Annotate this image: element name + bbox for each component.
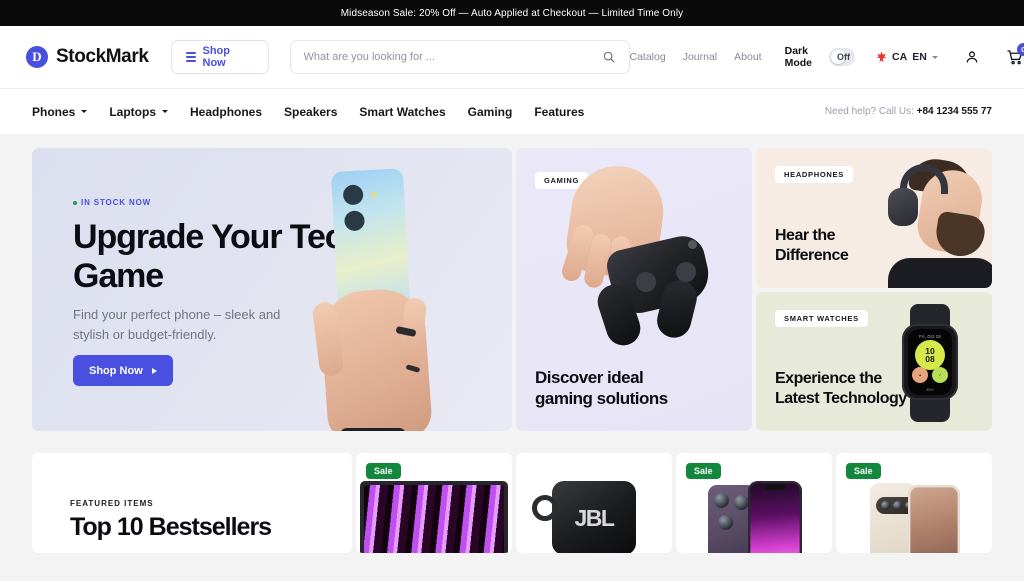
- watch-widget-activity: ✓: [932, 367, 948, 383]
- category-label: Features: [534, 104, 585, 119]
- hero-shop-now-button[interactable]: Shop Now: [73, 355, 173, 386]
- bestsellers-eyebrow: FEATURED ITEMS: [70, 499, 154, 508]
- search-icon[interactable]: [602, 50, 616, 64]
- status-dot-icon: [73, 200, 77, 205]
- locale-selector[interactable]: CA EN: [876, 51, 938, 63]
- logo-text: StockMark: [56, 46, 149, 67]
- header-shop-now-button[interactable]: Shop Now: [170, 40, 269, 74]
- jbl-speaker-image: JBL: [516, 481, 672, 553]
- watch-minute: 08: [925, 354, 935, 364]
- hero-title: Upgrade Your Tech Game: [73, 218, 363, 295]
- help-contact: Need help? Call Us: +84 1234 555 77: [825, 106, 992, 117]
- sale-badge: Sale: [846, 463, 881, 479]
- product-card-pixel[interactable]: Sale: [836, 453, 992, 553]
- category-headphones[interactable]: Headphones: [190, 105, 262, 119]
- language-code: EN: [912, 51, 927, 63]
- nav-link-catalog[interactable]: Catalog: [630, 51, 666, 63]
- announcement-text: Midseason Sale: 20% Off — Auto Applied a…: [340, 7, 684, 19]
- headphones-card-title: Hear the Difference: [775, 227, 849, 264]
- category-nav: Phones Laptops Headphones Speakers Smart…: [0, 88, 1024, 134]
- category-label: Speakers: [284, 104, 338, 119]
- logo[interactable]: D StockMark: [26, 46, 149, 68]
- category-features[interactable]: Features: [534, 105, 584, 119]
- flag-icon: [876, 52, 887, 63]
- hero-card-smart-watches[interactable]: SMART WATCHES Fri, Oct 18 10 08 ▲ ✓ 85% …: [756, 292, 992, 431]
- dark-mode-label: Dark Mode: [784, 45, 813, 69]
- announcement-bar: Midseason Sale: 20% Off — Auto Applied a…: [0, 0, 1024, 26]
- logo-icon: D: [26, 46, 48, 68]
- bestsellers-section: FEATURED ITEMS Top 10 Bestsellers Sale J…: [32, 453, 992, 553]
- category-speakers[interactable]: Speakers: [284, 105, 337, 119]
- chevron-down-icon: [162, 110, 169, 113]
- game-controller-illustration: [559, 160, 739, 356]
- header-nav: Catalog Journal About Dark Mode Off CA E…: [630, 43, 1024, 69]
- menu-icon: [185, 52, 196, 62]
- category-label: Laptops: [109, 104, 157, 119]
- sale-badge: Sale: [366, 463, 401, 479]
- watch-hour: 10: [925, 345, 935, 356]
- cart-count-badge: 0: [1016, 43, 1024, 56]
- search-bar[interactable]: [289, 40, 630, 74]
- category-phones[interactable]: Phones: [32, 104, 88, 119]
- gaming-card-title: Discover ideal gaming solutions: [535, 368, 668, 408]
- bestsellers-title: Top 10 Bestsellers: [70, 513, 272, 541]
- help-phone-number[interactable]: +84 1234 555 77: [917, 106, 992, 117]
- smart-watches-tag: SMART WATCHES: [775, 310, 868, 327]
- category-smart-watches[interactable]: Smart Watches: [359, 105, 445, 119]
- hero-section: IN STOCK NOW Upgrade Your Tech Game Find…: [0, 134, 1024, 435]
- dark-mode-control[interactable]: Dark Mode Off: [784, 45, 856, 69]
- watch-date: Fri, Oct 18: [919, 334, 941, 339]
- chevron-down-icon[interactable]: [931, 55, 938, 59]
- chevron-down-icon: [81, 110, 88, 113]
- help-prefix: Need help? Call Us:: [824, 106, 914, 117]
- product-card-iphone[interactable]: Sale: [676, 453, 832, 553]
- arrow-right-icon: [151, 367, 157, 374]
- headphones-person-illustration: [874, 148, 992, 288]
- laptop-image: [356, 481, 512, 553]
- search-input[interactable]: [303, 51, 602, 63]
- category-gaming[interactable]: Gaming: [468, 105, 513, 119]
- gaming-tag: GAMING: [535, 172, 589, 189]
- product-card-laptop[interactable]: Sale: [356, 453, 512, 553]
- hero-card-headphones[interactable]: HEADPHONES Hear the Difference: [756, 148, 992, 288]
- category-label: Smart Watches: [359, 104, 446, 119]
- category-label: Phones: [32, 104, 76, 119]
- dark-mode-toggle[interactable]: Off: [828, 48, 856, 66]
- sale-badge: Sale: [686, 463, 721, 479]
- hero-card-gaming[interactable]: GAMING Discover ideal gaming solutions: [516, 148, 752, 431]
- category-label: Headphones: [190, 104, 263, 119]
- account-icon: [966, 51, 978, 63]
- country-code: CA: [892, 51, 908, 63]
- dark-mode-state: Off: [837, 52, 851, 62]
- cart-button[interactable]: 0: [1006, 43, 1024, 66]
- in-stock-label: IN STOCK NOW: [81, 198, 152, 207]
- pixel-phone-image: [836, 481, 992, 553]
- nav-link-journal[interactable]: Journal: [683, 51, 717, 63]
- nav-link-about[interactable]: About: [734, 51, 761, 63]
- phone-in-hand-illustration: [310, 168, 460, 431]
- hero-card-main[interactable]: IN STOCK NOW Upgrade Your Tech Game Find…: [32, 148, 512, 431]
- account-button[interactable]: [964, 49, 980, 65]
- header-shop-now-label: Shop Now: [202, 45, 231, 69]
- site-header: D StockMark Shop Now Catalog Journal Abo…: [0, 26, 1024, 88]
- hero-subtitle: Find your perfect phone – sleek and styl…: [73, 307, 281, 342]
- in-stock-badge: IN STOCK NOW: [73, 198, 151, 207]
- headphones-tag: HEADPHONES: [775, 166, 853, 183]
- category-label: Gaming: [467, 104, 513, 119]
- hero-cta-label: Shop Now: [89, 364, 143, 377]
- bestsellers-heading-panel: FEATURED ITEMS Top 10 Bestsellers: [32, 453, 352, 553]
- category-laptops[interactable]: Laptops: [109, 104, 169, 119]
- product-card-speaker[interactable]: JBL: [516, 453, 672, 553]
- smart-watches-card-title: Experience the Latest Technology: [775, 370, 907, 407]
- iphone-image: [676, 481, 832, 553]
